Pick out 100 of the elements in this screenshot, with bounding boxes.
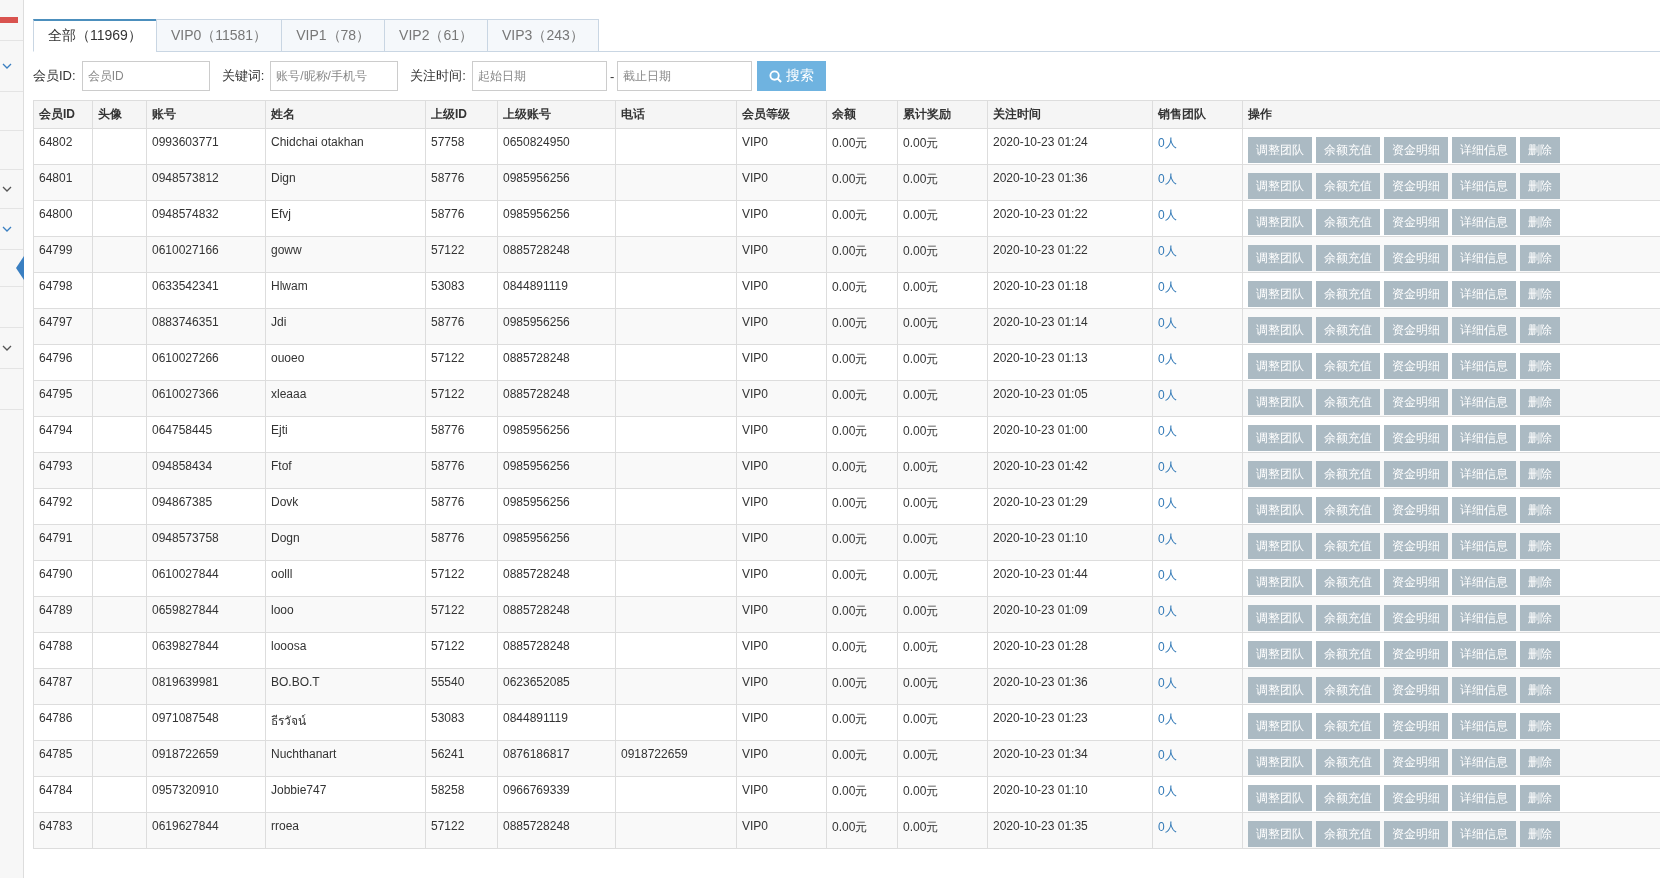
filter-tab[interactable]: VIP1（78） <box>281 19 386 52</box>
team-link[interactable]: 0人 <box>1158 424 1177 438</box>
action-button[interactable]: 删除 <box>1520 317 1560 343</box>
action-button[interactable]: 详细信息 <box>1452 785 1516 811</box>
action-button[interactable]: 资金明细 <box>1384 677 1448 703</box>
member-id-field[interactable]: 会员ID <box>81 61 210 91</box>
action-button[interactable]: 删除 <box>1520 677 1560 703</box>
action-button[interactable]: 删除 <box>1520 785 1560 811</box>
team-link[interactable]: 0人 <box>1158 784 1177 798</box>
action-button[interactable]: 详细信息 <box>1452 641 1516 667</box>
action-button[interactable]: 删除 <box>1520 713 1560 739</box>
action-button[interactable]: 资金明细 <box>1384 389 1448 415</box>
action-button[interactable]: 调整团队 <box>1248 605 1312 631</box>
action-button[interactable]: 资金明细 <box>1384 497 1448 523</box>
action-button[interactable]: 详细信息 <box>1452 821 1516 847</box>
action-button[interactable]: 详细信息 <box>1452 353 1516 379</box>
action-button[interactable]: 余额充值 <box>1316 821 1380 847</box>
action-button[interactable]: 调整团队 <box>1248 425 1312 451</box>
action-button[interactable]: 删除 <box>1520 353 1560 379</box>
action-button[interactable]: 余额充值 <box>1316 569 1380 595</box>
team-link[interactable]: 0人 <box>1158 316 1177 330</box>
action-button[interactable]: 资金明细 <box>1384 425 1448 451</box>
action-button[interactable]: 调整团队 <box>1248 713 1312 739</box>
action-button[interactable]: 调整团队 <box>1248 353 1312 379</box>
team-link[interactable]: 0人 <box>1158 748 1177 762</box>
action-button[interactable]: 余额充值 <box>1316 209 1380 235</box>
action-button[interactable]: 余额充值 <box>1316 245 1380 271</box>
action-button[interactable]: 资金明细 <box>1384 245 1448 271</box>
filter-tab[interactable]: VIP3（243） <box>487 19 599 52</box>
action-button[interactable]: 详细信息 <box>1452 389 1516 415</box>
filter-tab[interactable]: VIP0（11581） <box>155 19 283 52</box>
action-button[interactable]: 余额充值 <box>1316 173 1380 199</box>
action-button[interactable]: 调整团队 <box>1248 389 1312 415</box>
action-button[interactable]: 调整团队 <box>1248 209 1312 235</box>
team-link[interactable]: 0人 <box>1158 388 1177 402</box>
action-button[interactable]: 删除 <box>1520 245 1560 271</box>
action-button[interactable]: 余额充值 <box>1316 281 1380 307</box>
action-button[interactable]: 调整团队 <box>1248 677 1312 703</box>
action-button[interactable]: 详细信息 <box>1452 317 1516 343</box>
action-button[interactable]: 资金明细 <box>1384 137 1448 163</box>
team-link[interactable]: 0人 <box>1158 280 1177 294</box>
action-button[interactable]: 详细信息 <box>1452 713 1516 739</box>
action-button[interactable]: 调整团队 <box>1248 137 1312 163</box>
action-button[interactable]: 资金明细 <box>1384 713 1448 739</box>
action-button[interactable]: 详细信息 <box>1452 245 1516 271</box>
action-button[interactable]: 调整团队 <box>1248 497 1312 523</box>
action-button[interactable]: 删除 <box>1520 821 1560 847</box>
action-button[interactable]: 调整团队 <box>1248 641 1312 667</box>
action-button[interactable]: 资金明细 <box>1384 461 1448 487</box>
action-button[interactable]: 删除 <box>1520 425 1560 451</box>
team-link[interactable]: 0人 <box>1158 352 1177 366</box>
action-button[interactable]: 删除 <box>1520 497 1560 523</box>
action-button[interactable]: 删除 <box>1520 641 1560 667</box>
action-button[interactable]: 删除 <box>1520 533 1560 559</box>
action-button[interactable]: 调整团队 <box>1248 569 1312 595</box>
action-button[interactable]: 余额充值 <box>1316 605 1380 631</box>
filter-tab[interactable]: VIP2（61） <box>384 19 489 52</box>
action-button[interactable]: 详细信息 <box>1452 281 1516 307</box>
action-button[interactable]: 余额充值 <box>1316 533 1380 559</box>
start-date-field[interactable]: 起始日期 <box>471 61 607 91</box>
action-button[interactable]: 资金明细 <box>1384 821 1448 847</box>
action-button[interactable]: 余额充值 <box>1316 677 1380 703</box>
action-button[interactable]: 余额充值 <box>1316 137 1380 163</box>
action-button[interactable]: 资金明细 <box>1384 173 1448 199</box>
action-button[interactable]: 资金明细 <box>1384 749 1448 775</box>
action-button[interactable]: 删除 <box>1520 209 1560 235</box>
action-button[interactable]: 调整团队 <box>1248 317 1312 343</box>
action-button[interactable]: 详细信息 <box>1452 605 1516 631</box>
team-link[interactable]: 0人 <box>1158 676 1177 690</box>
action-button[interactable]: 调整团队 <box>1248 533 1312 559</box>
action-button[interactable]: 余额充值 <box>1316 713 1380 739</box>
filter-tab[interactable]: 全部（11969） <box>33 19 157 52</box>
action-button[interactable]: 调整团队 <box>1248 749 1312 775</box>
team-link[interactable]: 0人 <box>1158 820 1177 834</box>
chevron-down-icon[interactable] <box>2 186 12 192</box>
team-link[interactable]: 0人 <box>1158 604 1177 618</box>
action-button[interactable]: 详细信息 <box>1452 425 1516 451</box>
action-button[interactable]: 资金明细 <box>1384 605 1448 631</box>
action-button[interactable]: 详细信息 <box>1452 677 1516 703</box>
action-button[interactable]: 余额充值 <box>1316 317 1380 343</box>
action-button[interactable]: 调整团队 <box>1248 281 1312 307</box>
team-link[interactable]: 0人 <box>1158 712 1177 726</box>
action-button[interactable]: 详细信息 <box>1452 173 1516 199</box>
action-button[interactable]: 资金明细 <box>1384 353 1448 379</box>
chevron-down-icon[interactable] <box>2 63 12 69</box>
action-button[interactable]: 删除 <box>1520 605 1560 631</box>
team-link[interactable]: 0人 <box>1158 460 1177 474</box>
action-button[interactable]: 资金明细 <box>1384 281 1448 307</box>
action-button[interactable]: 详细信息 <box>1452 137 1516 163</box>
team-link[interactable]: 0人 <box>1158 244 1177 258</box>
action-button[interactable]: 调整团队 <box>1248 821 1312 847</box>
team-link[interactable]: 0人 <box>1158 496 1177 510</box>
action-button[interactable]: 资金明细 <box>1384 317 1448 343</box>
action-button[interactable]: 删除 <box>1520 749 1560 775</box>
team-link[interactable]: 0人 <box>1158 568 1177 582</box>
action-button[interactable]: 删除 <box>1520 569 1560 595</box>
action-button[interactable]: 资金明细 <box>1384 209 1448 235</box>
action-button[interactable]: 余额充值 <box>1316 785 1380 811</box>
action-button[interactable]: 调整团队 <box>1248 173 1312 199</box>
action-button[interactable]: 删除 <box>1520 461 1560 487</box>
